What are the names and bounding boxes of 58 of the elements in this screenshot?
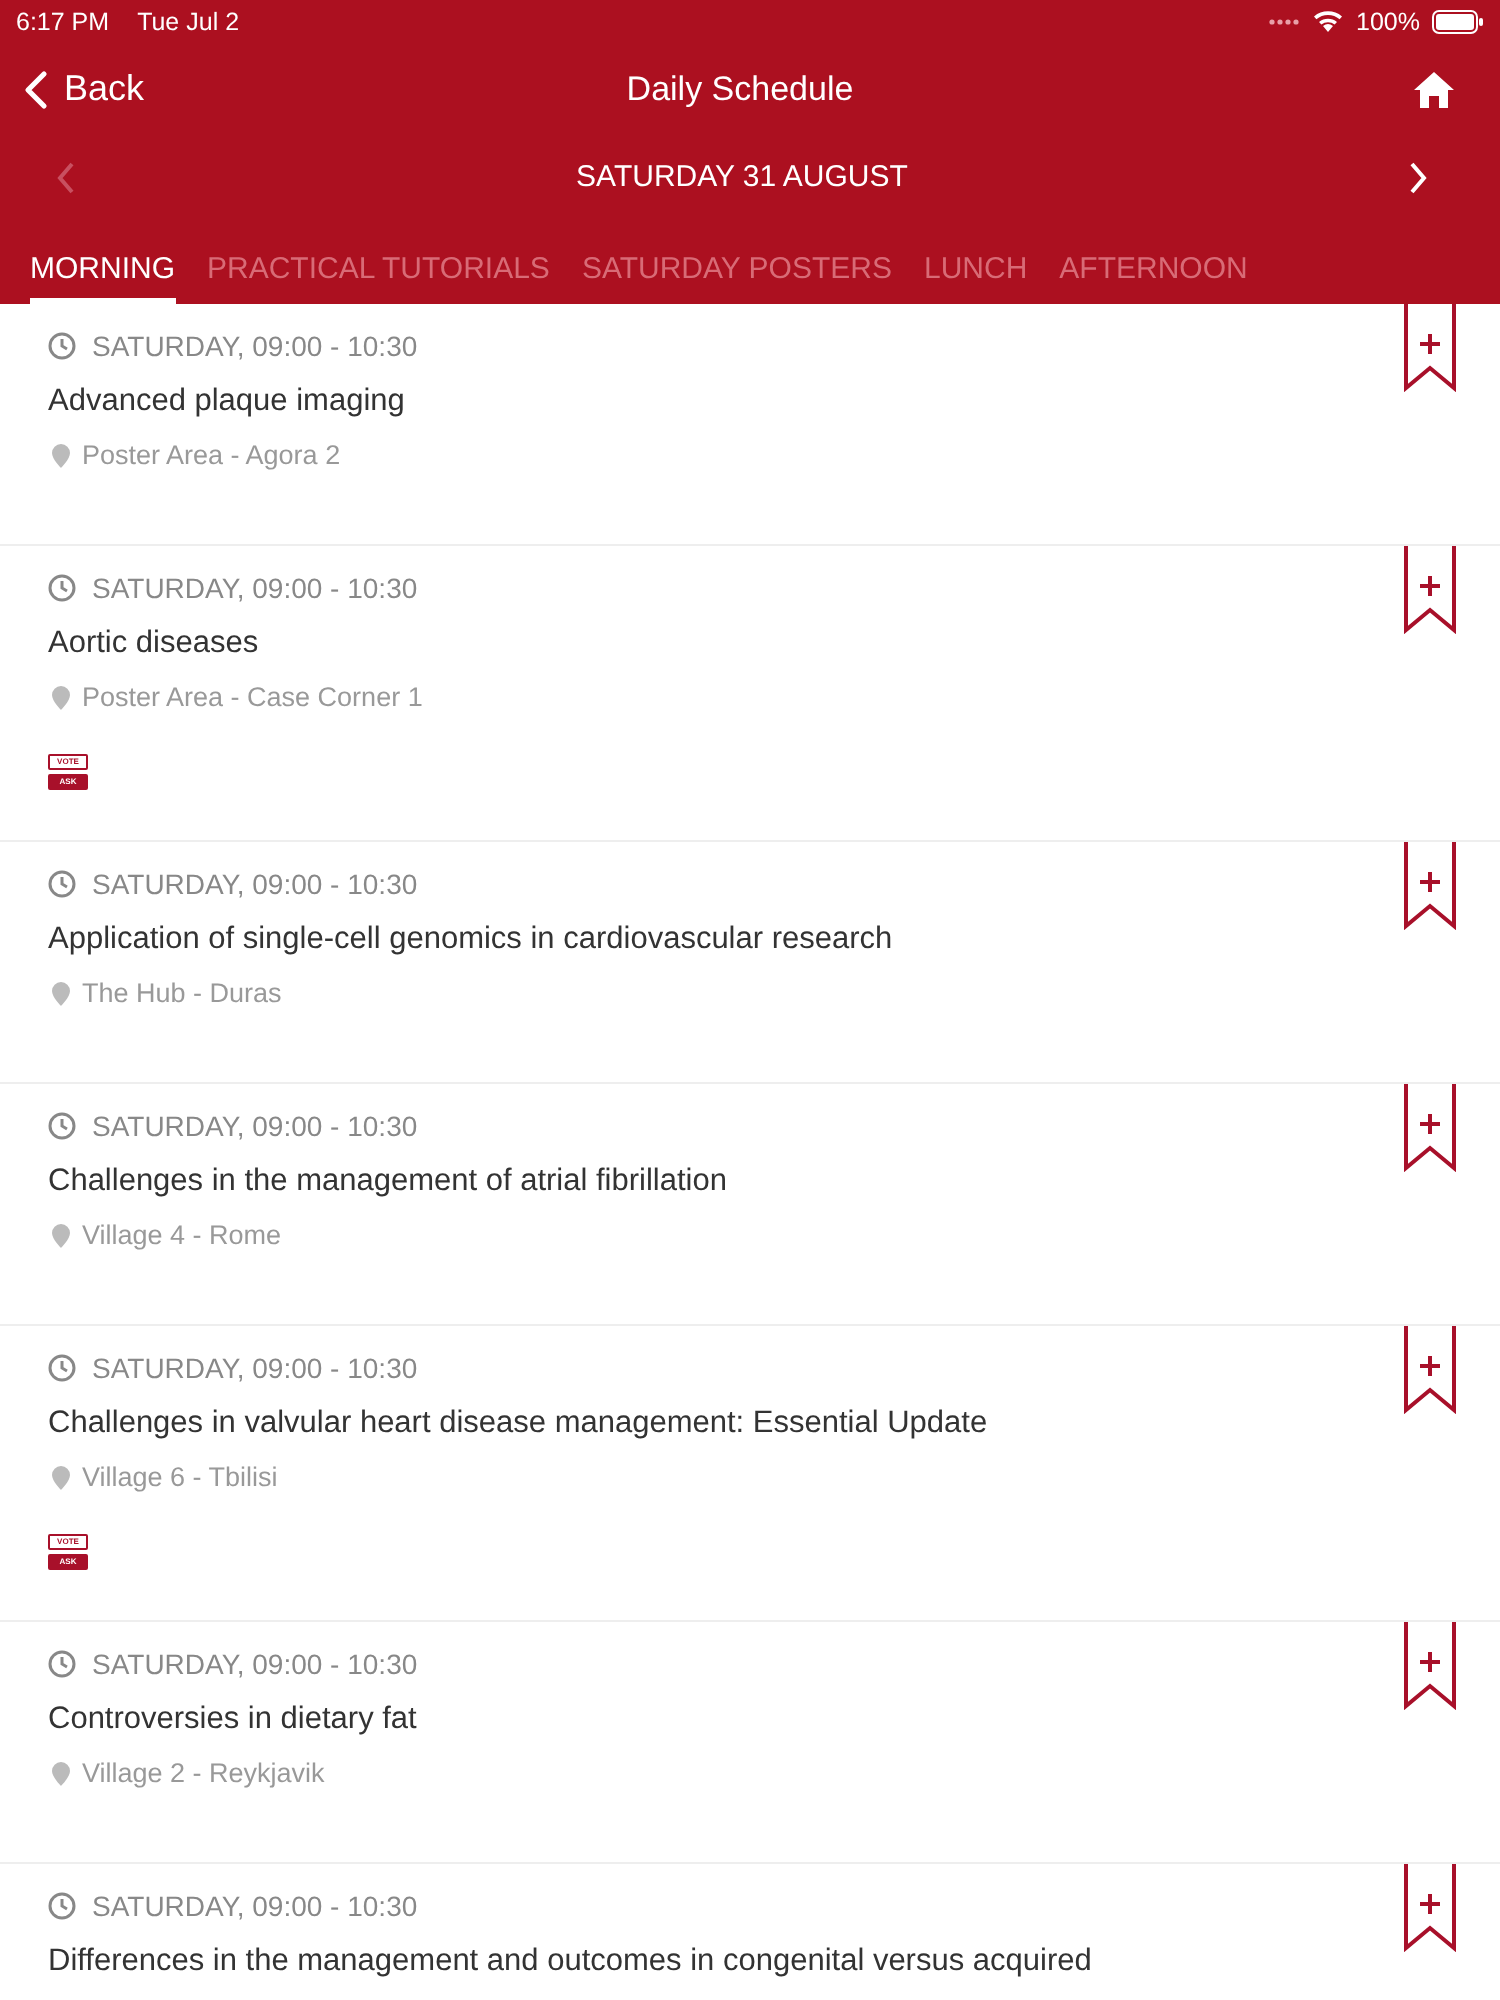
location-pin-icon	[52, 1761, 70, 1785]
next-day-chevron-icon[interactable]	[1407, 161, 1428, 193]
session-title: Advanced plaque imaging	[48, 384, 407, 420]
session-location: Poster Area - Case Corner 1	[82, 682, 423, 712]
session-time: SATURDAY, 09:00 - 10:30	[92, 330, 418, 362]
session-title: Differences in the management and outcomes in congenital versus acquired	[48, 1944, 1094, 1980]
session-time: SATURDAY, 09:00 - 10:30	[92, 572, 418, 604]
home-icon[interactable]	[1412, 69, 1456, 109]
status-date: Tue Jul 2	[137, 8, 240, 36]
screen-title: Daily Schedule	[626, 69, 854, 109]
session-title: Challenges in valvular heart disease management: Essential Update	[48, 1406, 990, 1442]
session-time: SATURDAY, 09:00 - 10:30	[92, 1110, 418, 1142]
bookmark-add-icon[interactable]	[1404, 304, 1456, 392]
session-title: Challenges in the management of atrial fibrillation	[48, 1164, 729, 1200]
session-title: Application of single-cell genomics in cardiovascular research	[48, 922, 895, 958]
status-time: 6:17 PM	[16, 8, 110, 36]
date-label: SATURDAY 31 AUGUST	[576, 160, 908, 194]
clock-icon	[48, 574, 76, 602]
session-item[interactable]: SATURDAY, 09:00 - 10:30 Application of single-cell genomics in cardiovascular research The Hub - Duras	[0, 842, 1500, 1084]
session-location: Poster Area - Agora 2	[82, 440, 341, 470]
session-location: Village 4 - Rome	[82, 1220, 282, 1250]
session-time: SATURDAY, 09:00 - 10:30	[92, 1648, 418, 1680]
clock-icon	[48, 1112, 76, 1140]
session-location: Village 6 - Tbilisi	[82, 1462, 278, 1492]
bookmark-add-icon[interactable]	[1404, 546, 1456, 634]
clock-icon	[48, 332, 76, 360]
battery-percent: 100%	[1356, 8, 1420, 36]
battery-icon	[1432, 10, 1484, 34]
session-item[interactable]: SATURDAY, 09:00 - 10:30 Differences in the management and outcomes in congenital versus acquired	[0, 1864, 1500, 2000]
bookmark-add-icon[interactable]	[1404, 1622, 1456, 1710]
session-item[interactable]: SATURDAY, 09:00 - 10:30 Advanced plaque imaging Poster Area - Agora 2	[0, 304, 1500, 546]
bookmark-add-icon[interactable]	[1404, 842, 1456, 930]
session-title: Aortic diseases	[48, 626, 261, 662]
back-chevron-icon	[24, 69, 48, 109]
clock-icon	[48, 870, 76, 898]
tab[interactable]: MORNING	[30, 220, 175, 304]
session-location: The Hub - Duras	[82, 978, 282, 1008]
back-button[interactable]: Back	[24, 68, 145, 110]
session-item[interactable]: SATURDAY, 09:00 - 10:30 Controversies in dietary fat Village 2 - Reykjavik	[0, 1622, 1500, 1864]
clock-icon	[48, 1650, 76, 1678]
session-time: SATURDAY, 09:00 - 10:30	[92, 1890, 418, 1922]
bookmark-add-icon[interactable]	[1404, 1326, 1456, 1414]
session-location: Village 2 - Reykjavik	[82, 1758, 325, 1788]
location-pin-icon	[52, 981, 70, 1005]
location-pin-icon	[52, 443, 70, 467]
session-title: Controversies in dietary fat	[48, 1702, 419, 1738]
clock-icon	[48, 1892, 76, 1920]
location-pin-icon	[52, 685, 70, 709]
wifi-icon	[1312, 10, 1345, 34]
session-time: SATURDAY, 09:00 - 10:30	[92, 1352, 418, 1384]
signal-dots-icon	[1268, 18, 1301, 26]
location-pin-icon	[52, 1223, 70, 1247]
location-pin-icon	[52, 1465, 70, 1489]
clock-icon	[48, 1354, 76, 1382]
session-time: SATURDAY, 09:00 - 10:30	[92, 868, 418, 900]
bookmark-add-icon[interactable]	[1404, 1084, 1456, 1172]
session-item[interactable]: SATURDAY, 09:00 - 10:30 Challenges in the management of atrial fibrillation Village 4 - Rome	[0, 1084, 1500, 1326]
bookmark-add-icon[interactable]	[1404, 1864, 1456, 1952]
